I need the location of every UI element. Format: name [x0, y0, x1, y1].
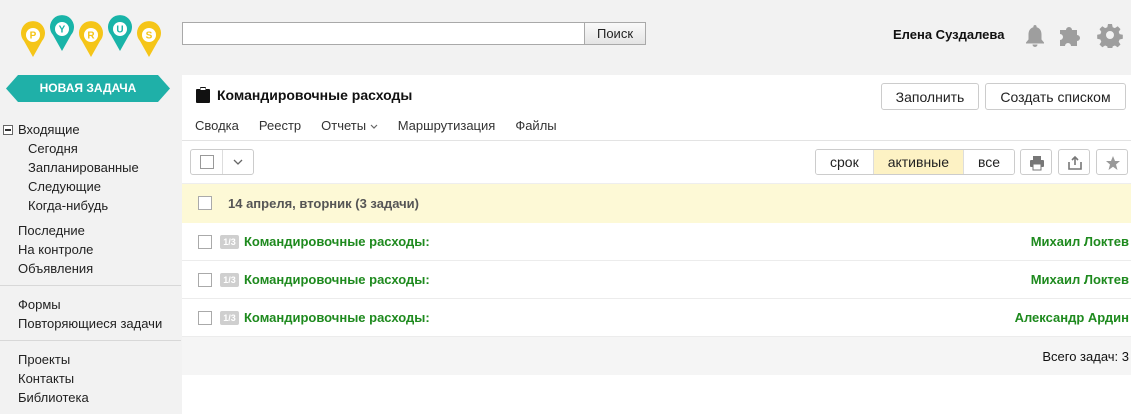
sidebar-item-scheduled[interactable]: Запланированные — [0, 158, 181, 177]
create-list-button[interactable]: Создать списком — [985, 83, 1126, 110]
form-tabs: Сводка Реестр Отчеты Маршрутизация Файлы — [195, 118, 577, 133]
sidebar-divider — [0, 285, 181, 286]
search-bar: Поиск — [182, 22, 646, 45]
task-assignee[interactable]: Михаил Локтев — [1031, 234, 1129, 249]
table-row[interactable]: 1/3 Командировочные расходы: Михаил Локт… — [182, 223, 1131, 261]
sidebar-item-library[interactable]: Библиотека — [0, 388, 181, 407]
task-title[interactable]: Командировочные расходы: — [244, 234, 430, 249]
task-title[interactable]: Командировочные расходы: — [244, 272, 430, 287]
group-checkbox[interactable] — [198, 196, 212, 210]
filter-due[interactable]: срок — [816, 150, 874, 174]
sidebar-item-projects[interactable]: Проекты — [0, 350, 181, 369]
total-count: Всего задач: 3 — [1042, 349, 1129, 364]
sidebar-item-today[interactable]: Сегодня — [0, 139, 181, 158]
sidebar-divider — [0, 340, 181, 341]
logo-letter: Y — [59, 25, 66, 36]
main-panel: Командировочные расходы Заполнить Создат… — [182, 75, 1131, 414]
list-toolbar: срок активные все — [182, 141, 1131, 183]
tab-routing[interactable]: Маршрутизация — [398, 118, 496, 133]
tab-label: Отчеты — [321, 118, 367, 133]
sidebar: Входящие Сегодня Запланированные Следующ… — [0, 120, 181, 407]
sidebar-item-next[interactable]: Следующие — [0, 177, 181, 196]
sidebar-item-contacts[interactable]: Контакты — [0, 369, 181, 388]
gear-icon[interactable] — [1097, 22, 1123, 50]
search-button[interactable]: Поиск — [584, 22, 646, 45]
task-assignee[interactable]: Александр Ардин — [1015, 310, 1129, 325]
sidebar-item-announcements[interactable]: Объявления — [0, 259, 181, 278]
step-badge: 1/3 — [220, 311, 239, 325]
task-checkbox[interactable] — [198, 311, 212, 325]
new-task-label: НОВАЯ ЗАДАЧА — [39, 81, 137, 95]
page-title: Командировочные расходы — [217, 87, 413, 103]
sidebar-item-forms[interactable]: Формы — [0, 295, 181, 314]
select-all-control[interactable] — [190, 149, 254, 175]
group-label: 14 апреля, вторник (3 задачи) — [228, 196, 419, 211]
collapse-toggle-icon[interactable] — [3, 125, 13, 135]
select-all-checkbox[interactable] — [191, 150, 223, 174]
form-header: Командировочные расходы — [196, 87, 412, 103]
sidebar-item-recurring-tasks[interactable]: Повторяющиеся задачи — [0, 314, 181, 333]
sidebar-item-inbox[interactable]: Входящие — [0, 120, 181, 139]
filter-all[interactable]: все — [964, 150, 1015, 174]
select-dropdown[interactable] — [223, 150, 253, 174]
tab-summary[interactable]: Сводка — [195, 118, 239, 133]
logo-letter: U — [116, 25, 123, 36]
tab-reports[interactable]: Отчеты — [321, 118, 378, 133]
tab-files[interactable]: Файлы — [515, 118, 556, 133]
sidebar-item-someday[interactable]: Когда-нибудь — [0, 196, 181, 215]
export-button[interactable] — [1058, 149, 1090, 175]
filter-segmented-control: срок активные все — [815, 149, 1016, 175]
sidebar-item-recent[interactable]: Последние — [0, 221, 181, 240]
task-checkbox[interactable] — [198, 235, 212, 249]
task-checkbox[interactable] — [198, 273, 212, 287]
date-group-row: 14 апреля, вторник (3 задачи) — [182, 183, 1131, 223]
table-row[interactable]: 1/3 Командировочные расходы: Александр А… — [182, 299, 1131, 337]
share-icon — [1068, 155, 1082, 170]
chevron-down-icon — [370, 124, 378, 129]
task-title[interactable]: Командировочные расходы: — [244, 310, 430, 325]
step-badge: 1/3 — [220, 273, 239, 287]
pyrus-logo[interactable]: PYRUS — [20, 12, 162, 60]
print-button[interactable] — [1020, 149, 1052, 175]
chevron-down-icon — [233, 159, 243, 165]
filter-active[interactable]: активные — [873, 150, 965, 174]
bell-icon[interactable] — [1022, 22, 1048, 48]
user-name[interactable]: Елена Суздалева — [893, 27, 1004, 42]
puzzle-icon[interactable] — [1057, 22, 1083, 48]
search-input[interactable] — [182, 22, 584, 45]
sidebar-item-monitoring[interactable]: На контроле — [0, 240, 181, 259]
logo-letter: P — [30, 31, 37, 42]
new-task-button[interactable]: НОВАЯ ЗАДАЧА — [6, 75, 170, 102]
sidebar-item-label: Входящие — [18, 122, 80, 137]
logo-letter: S — [146, 31, 153, 42]
logo-letter: R — [87, 31, 95, 42]
tab-registry[interactable]: Реестр — [259, 118, 301, 133]
step-badge: 1/3 — [220, 235, 239, 249]
list-footer: Всего задач: 3 — [182, 337, 1131, 375]
favorite-button[interactable] — [1096, 149, 1128, 175]
star-icon — [1106, 156, 1120, 170]
table-row[interactable]: 1/3 Командировочные расходы: Михаил Локт… — [182, 261, 1131, 299]
clipboard-icon — [196, 87, 210, 103]
fill-button[interactable]: Заполнить — [881, 83, 979, 110]
task-assignee[interactable]: Михаил Локтев — [1031, 272, 1129, 287]
printer-icon — [1030, 156, 1044, 171]
